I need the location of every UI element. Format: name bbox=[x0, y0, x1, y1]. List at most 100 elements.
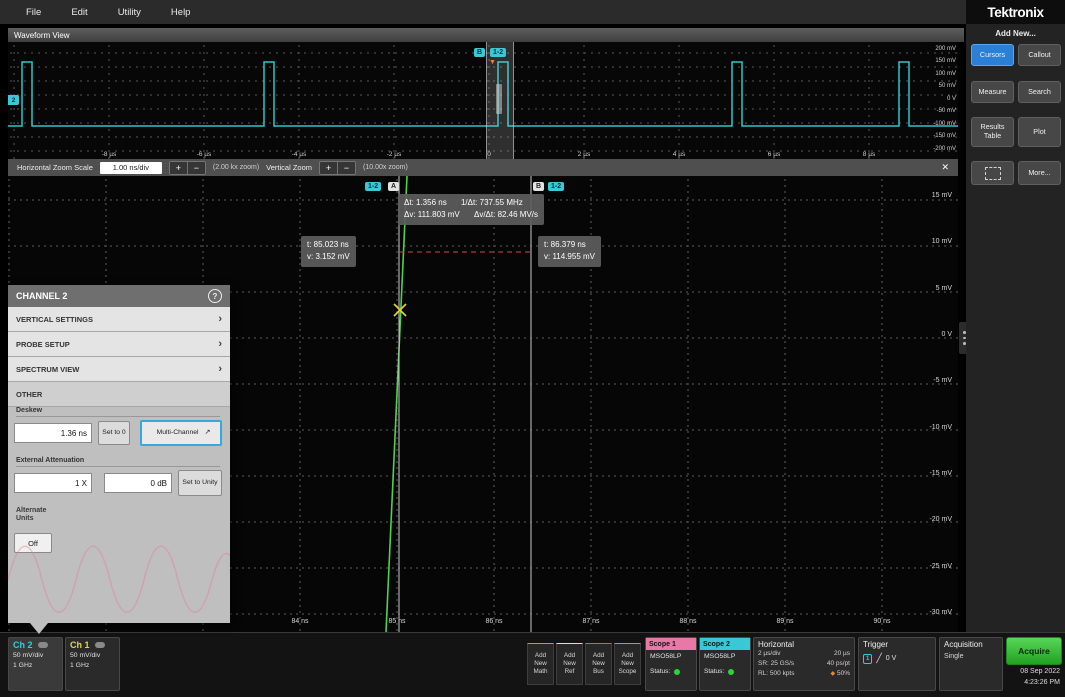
cursor-b-pair-tag[interactable]: 1-2 bbox=[548, 182, 565, 191]
set-to-unity-button[interactable]: Set to Unity bbox=[178, 470, 222, 496]
deskew-input[interactable]: 1.36 ns bbox=[14, 423, 92, 443]
menu-item-spectrum-view[interactable]: SPECTRUM VIEW › bbox=[8, 357, 230, 382]
menu-help[interactable]: Help bbox=[171, 7, 191, 18]
add-plot-button[interactable]: Plot bbox=[1018, 117, 1061, 147]
dashed-box-icon bbox=[984, 166, 1001, 180]
overview-volt-tick: -150 mV bbox=[933, 133, 956, 139]
horizontal-window: 20 µs bbox=[833, 650, 850, 657]
scope2-status-label: Status: bbox=[704, 668, 725, 676]
overview-time-tick: -2 µs bbox=[386, 151, 402, 158]
plot-volt-tick: 0 V bbox=[941, 331, 952, 338]
add-new-math-label: New bbox=[534, 659, 547, 667]
add-new-scope-label: Scope bbox=[618, 668, 637, 676]
add-results-table-button[interactable]: Results Table bbox=[971, 117, 1014, 147]
close-zoom-icon[interactable]: ✕ bbox=[941, 162, 949, 173]
overview-time-tick: -4 µs bbox=[291, 151, 307, 158]
overview-volt-tick: -50 mV bbox=[936, 108, 956, 114]
cursor-a-time: t: 85.023 ns bbox=[307, 240, 349, 249]
overview-volt-tick: -100 mV bbox=[933, 121, 956, 127]
set-to-zero-button[interactable]: Set to 0 bbox=[98, 421, 130, 445]
cursor-delta-readout: Δt: 1.356 ns 1/Δt: 737.55 MHz Δv: 111.80… bbox=[398, 194, 545, 225]
plot-volt-tick: 5 mV bbox=[935, 285, 952, 292]
plot-time-tick: 87 ns bbox=[582, 618, 600, 625]
cursor-b-tag[interactable]: B bbox=[533, 182, 545, 191]
menu-item-vertical-settings[interactable]: VERTICAL SETTINGS › bbox=[8, 307, 230, 332]
menu-file[interactable]: File bbox=[26, 7, 41, 18]
add-new-scope-button[interactable]: Add New Scope bbox=[614, 643, 641, 685]
cursor-b-time: t: 86.379 ns bbox=[544, 240, 586, 249]
menu-edit[interactable]: Edit bbox=[71, 7, 87, 18]
add-new-title: Add New... bbox=[995, 29, 1036, 38]
h-zoom-increase-button[interactable]: + bbox=[169, 161, 187, 174]
ch2-badge[interactable]: Ch 2 50 mV/div 1 GHz bbox=[8, 637, 63, 691]
zoom-region-handle[interactable] bbox=[496, 84, 502, 114]
horizontal-badge-title: Horizontal bbox=[758, 640, 795, 649]
plot-time-tick: 89 ns bbox=[776, 618, 794, 625]
overview-cursor-b-tag[interactable]: B bbox=[474, 48, 486, 57]
background-waveform-ghost bbox=[8, 545, 230, 613]
menu-item-label: OTHER bbox=[16, 389, 43, 399]
cursor-a-voltage: v: 3.152 mV bbox=[307, 252, 350, 262]
overview-volt-tick: -200 mV bbox=[933, 146, 956, 152]
ch2-badge-label: Ch 2 bbox=[13, 640, 33, 650]
add-new-bus-label: New bbox=[592, 659, 605, 667]
overview-time-tick: -6 µs bbox=[196, 151, 212, 158]
menu-item-probe-setup[interactable]: PROBE SETUP › bbox=[8, 332, 230, 357]
external-link-icon: ↗ bbox=[204, 428, 211, 436]
acquire-button[interactable]: Acquire bbox=[1006, 637, 1062, 665]
panel-anchor-pointer bbox=[30, 623, 48, 634]
overview-volt-tick: 100 mV bbox=[935, 71, 956, 77]
attenuation-db-input[interactable]: 0 dB bbox=[104, 473, 172, 493]
h-zoom-factor: (2.00 kx zoom) bbox=[212, 164, 260, 171]
cursor-b-readout: t: 86.379 ns v: 114.955 mV bbox=[538, 236, 601, 267]
zoom-scale-input[interactable]: 1.00 ns/div bbox=[99, 161, 162, 174]
add-new-math-label: Add bbox=[534, 651, 547, 659]
horizontal-badge[interactable]: Horizontal 2 µs/div 20 µs SR: 25 GS/s 40… bbox=[753, 637, 855, 691]
ch1-bandwidth: 1 GHz bbox=[70, 661, 90, 669]
add-measure-button[interactable]: Measure bbox=[971, 81, 1014, 103]
overview-time-tick: 0 bbox=[487, 151, 491, 158]
sample-rate: SR: 25 GS/s bbox=[758, 659, 795, 667]
trigger-position-icon[interactable]: ▼ bbox=[489, 59, 496, 66]
cursor-b-voltage: v: 114.955 mV bbox=[544, 252, 595, 262]
add-cursors-button[interactable]: Cursors bbox=[971, 44, 1014, 66]
acquisition-mode: Single bbox=[944, 653, 964, 660]
cursor-a-pair-tag[interactable]: 1-2 bbox=[365, 182, 382, 191]
scope2-badge[interactable]: Scope 2 MSO58LP Status: bbox=[699, 637, 751, 691]
add-new-math-label: Math bbox=[533, 668, 548, 676]
v-zoom-decrease-button[interactable]: − bbox=[337, 161, 356, 174]
channel-option-pill bbox=[37, 642, 48, 649]
help-icon[interactable]: ? bbox=[208, 289, 222, 303]
attenuation-ratio-input[interactable]: 1 X bbox=[14, 473, 92, 493]
menu-utility[interactable]: Utility bbox=[118, 7, 141, 18]
plot-volt-tick: -30 mV bbox=[929, 609, 952, 616]
deskew-section-label: Deskew bbox=[16, 407, 220, 417]
multi-channel-button[interactable]: Multi-Channel ↗ bbox=[140, 420, 222, 446]
add-callout-button[interactable]: Callout bbox=[1018, 44, 1061, 66]
menu-bar: File Edit Utility Help bbox=[0, 0, 992, 24]
add-new-ref-button[interactable]: Add New Ref bbox=[556, 643, 583, 685]
add-new-bus-button[interactable]: Add New Bus bbox=[585, 643, 612, 685]
scope2-model: MSO58LP bbox=[704, 653, 736, 660]
capture-tool-button[interactable] bbox=[971, 161, 1014, 185]
add-new-bus-label: Bus bbox=[593, 668, 604, 676]
trigger-level: 0 V bbox=[885, 655, 897, 662]
overview-volt-tick: 50 mV bbox=[938, 83, 956, 89]
more-tools-button[interactable]: More... bbox=[1018, 161, 1061, 185]
h-zoom-decrease-button[interactable]: − bbox=[186, 161, 205, 174]
cursor-a-tag[interactable]: A bbox=[388, 182, 400, 191]
cursor-a-readout: t: 85.023 ns v: 3.152 mV bbox=[301, 236, 356, 267]
scope1-badge[interactable]: Scope 1 MSO58LP Status: bbox=[645, 637, 697, 691]
scope1-status-label: Status: bbox=[650, 668, 671, 676]
add-search-button[interactable]: Search bbox=[1018, 81, 1061, 103]
ch2-ground-marker[interactable]: 2 bbox=[8, 95, 19, 105]
add-new-math-button[interactable]: Add New Math bbox=[527, 643, 554, 685]
overview-cursor-pair-tag[interactable]: 1-2 bbox=[490, 48, 507, 57]
alternate-units-label: Alternate Units bbox=[16, 507, 47, 523]
menu-item-other[interactable]: OTHER bbox=[8, 382, 230, 407]
plot-volt-tick: -15 mV bbox=[929, 470, 952, 477]
ch1-badge[interactable]: Ch 1 50 mV/div 1 GHz bbox=[65, 637, 120, 691]
trigger-badge-title: Trigger bbox=[863, 640, 889, 649]
v-zoom-increase-button[interactable]: + bbox=[320, 161, 338, 174]
trigger-badge[interactable]: Trigger 1 ╱ 0 V bbox=[858, 637, 936, 691]
